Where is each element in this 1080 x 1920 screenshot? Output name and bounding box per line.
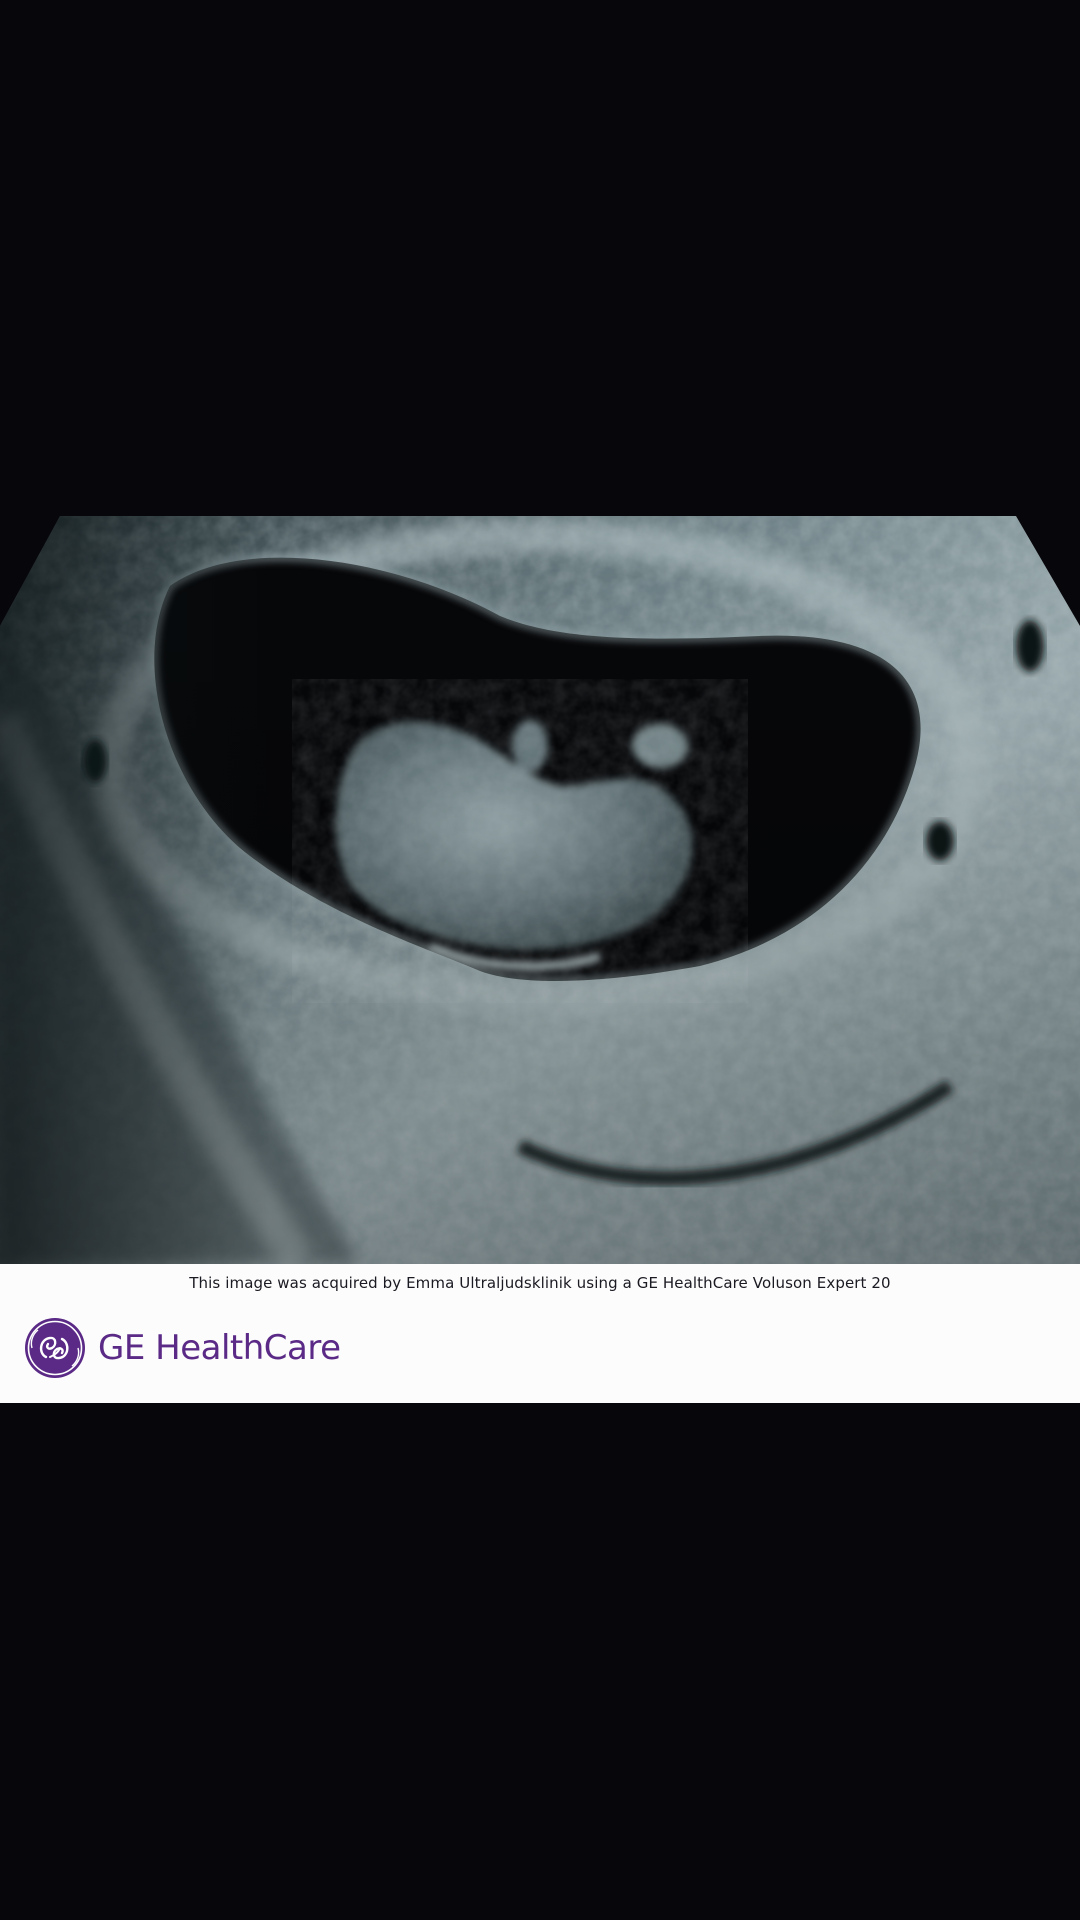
page: This image was acquired by Emma Ultralju… bbox=[0, 0, 1080, 1920]
ultrasound-scan bbox=[0, 516, 1080, 1264]
caption-panel: This image was acquired by Emma Ultralju… bbox=[0, 1264, 1080, 1403]
image-caption: This image was acquired by Emma Ultralju… bbox=[189, 1274, 891, 1292]
ultrasound-image bbox=[0, 516, 1080, 1264]
brand-name: GE HealthCare bbox=[98, 1328, 341, 1368]
brand: GE HealthCare bbox=[24, 1317, 341, 1379]
ge-monogram-icon bbox=[25, 1318, 85, 1378]
